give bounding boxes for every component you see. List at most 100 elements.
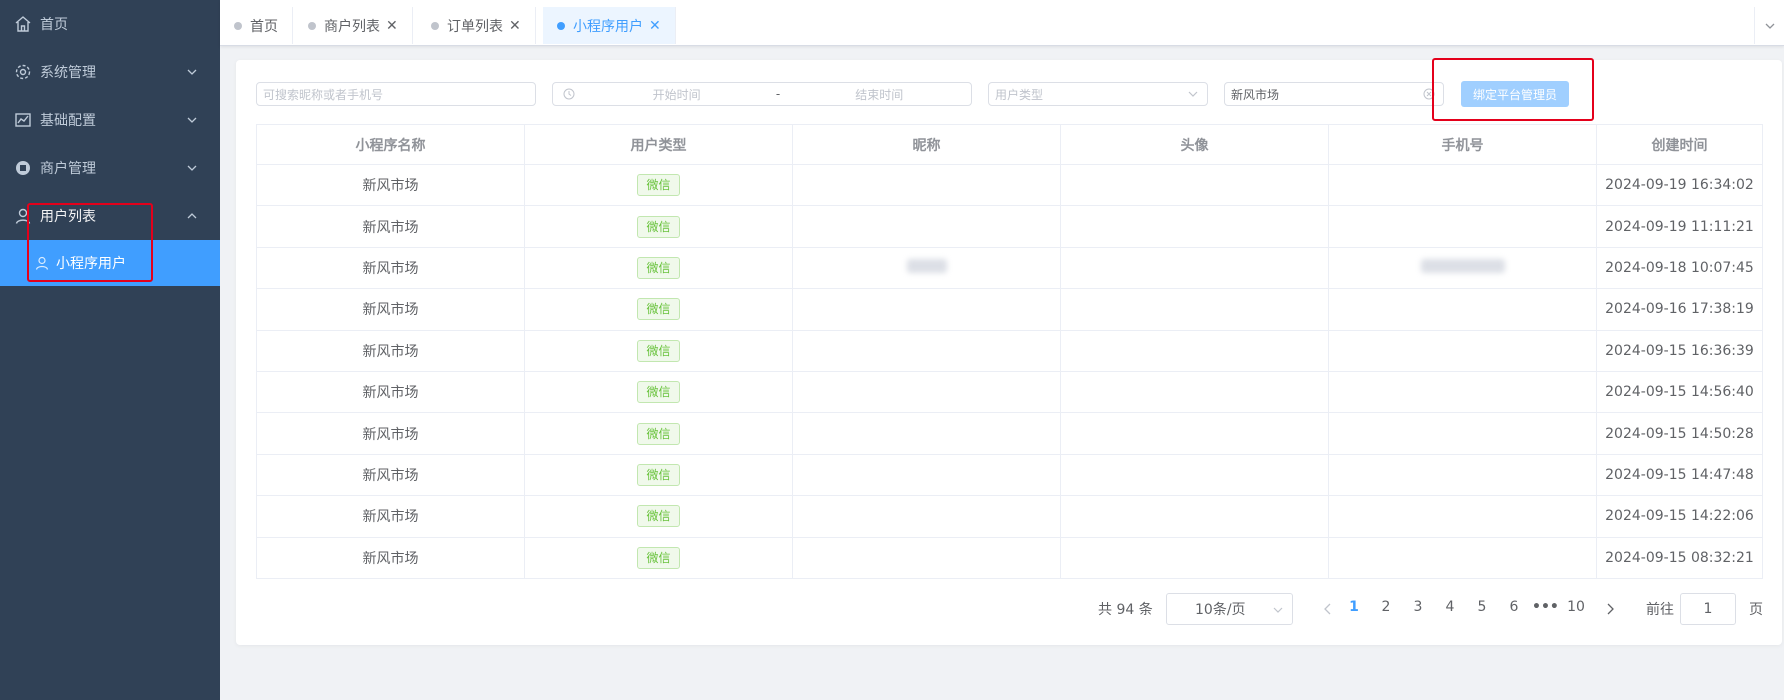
page-number[interactable]: 5 (1470, 599, 1494, 615)
user-type-placeholder: 用户类型 (995, 87, 1044, 102)
table-row: 新风市场 微信 2024-09-19 11:11:21 (256, 205, 1763, 248)
cell-phone (1328, 370, 1597, 414)
cell-user-type: 微信 (524, 412, 793, 455)
user-type-select[interactable]: 用户类型 (988, 82, 1208, 106)
jump-unit: 页 (1749, 602, 1763, 618)
cell-phone (1328, 288, 1597, 331)
cell-user-type: 微信 (524, 163, 793, 207)
page-number[interactable]: 3 (1406, 599, 1430, 615)
tab-dot (308, 21, 316, 30)
cell-created-time: 2024-09-15 14:47:48 (1596, 453, 1763, 497)
tab-dot (234, 21, 242, 30)
cell-phone (1328, 205, 1597, 248)
cell-created-time: 2024-09-15 08:32:21 (1596, 536, 1763, 579)
page-number[interactable]: 1 (1342, 599, 1366, 615)
cell-phone (1328, 329, 1597, 372)
bind-platform-admin-button[interactable]: 绑定平台管理员 (1461, 81, 1569, 107)
column-header: 昵称 (792, 124, 1061, 165)
tabs-more-icon[interactable] (1754, 7, 1784, 44)
sidebar-item-mini-program-users[interactable]: 小程序用户 (0, 240, 220, 286)
cell-user-type: 微信 (524, 329, 793, 372)
cell-avatar (1060, 163, 1329, 207)
cell-nickname (792, 205, 1061, 248)
cell-phone (1328, 412, 1597, 455)
user-type-badge: 微信 (637, 463, 680, 486)
cell-nickname (792, 453, 1061, 497)
sidebar-item-system[interactable]: 系统管理 (0, 48, 220, 96)
sidebar: 首页 系统管理 基础配置 商户管理 用户列表 小程序用户 (0, 0, 220, 700)
cell-mini-program-name: 新风市场 (256, 536, 525, 579)
page-number[interactable]: 4 (1438, 599, 1462, 615)
chevron-down-icon (1187, 88, 1199, 100)
sidebar-item-merchant[interactable]: 商户管理 (0, 144, 220, 192)
user-type-badge: 微信 (637, 256, 680, 279)
table-row: 新风市场 微信 2024-09-15 08:32:21 (256, 536, 1763, 579)
sidebar-item-user-list[interactable]: 用户列表 (0, 192, 220, 240)
cell-phone (1328, 536, 1597, 579)
page-size-select[interactable]: 10条/页 (1166, 593, 1293, 625)
cell-avatar (1060, 246, 1329, 290)
close-icon[interactable]: ✕ (386, 18, 398, 34)
sidebar-item-label: 首页 (40, 17, 68, 33)
cell-user-type: 微信 (524, 453, 793, 497)
cell-avatar (1060, 412, 1329, 455)
sidebar-item-config[interactable]: 基础配置 (0, 96, 220, 144)
cell-user-type: 微信 (524, 205, 793, 248)
table-row: 新风市场 微信 2024-09-15 14:22:06 (256, 495, 1763, 538)
mini-program-value: 新风市场 (1231, 87, 1280, 102)
page-number[interactable]: 2 (1374, 599, 1398, 615)
prev-page-icon[interactable] (1322, 599, 1336, 619)
pagination: 共 94 条 10条/页 1 2 3 4 5 6 ••• 10 前往 1 页 (236, 593, 1782, 625)
column-header: 小程序名称 (256, 124, 525, 165)
close-icon[interactable]: ✕ (649, 18, 661, 34)
table-row: 新风市场 微信 2024-09-19 16:34:02 (256, 163, 1763, 207)
cell-created-time: 2024-09-19 16:34:02 (1596, 163, 1763, 207)
cell-nickname (792, 412, 1061, 455)
user-type-badge: 微信 (637, 298, 680, 321)
cell-user-type: 微信 (524, 370, 793, 414)
tab-label: 订单列表 (447, 18, 503, 35)
cell-mini-program-name: 新风市场 (256, 329, 525, 372)
date-range-picker[interactable]: 开始时间 - 结束时间 (552, 82, 972, 106)
cell-created-time: 2024-09-16 17:38:19 (1596, 288, 1763, 331)
page-number[interactable]: 10 (1564, 599, 1588, 615)
sidebar-item-label: 基础配置 (40, 113, 96, 129)
tab-label: 商户列表 (324, 18, 380, 35)
cell-user-type: 微信 (524, 288, 793, 331)
cell-created-time: 2024-09-18 10:07:45 (1596, 246, 1763, 290)
cell-created-time: 2024-09-15 14:50:28 (1596, 412, 1763, 455)
more-pages-icon[interactable]: ••• (1532, 599, 1559, 615)
clear-icon[interactable] (1423, 88, 1435, 100)
sidebar-item-home[interactable]: 首页 (0, 0, 220, 48)
tags-view: 首页 商户列表 ✕ 订单列表 ✕ 小程序用户 ✕ (220, 0, 1784, 46)
date-start-input[interactable]: 开始时间 (585, 86, 768, 103)
jump-page-input[interactable]: 1 (1680, 593, 1736, 625)
mini-program-select[interactable]: 新风市场 (1224, 82, 1444, 106)
table-body: 新风市场 微信 2024-09-19 16:34:02 新风市场 微信 2024-09-1… (256, 163, 1763, 579)
close-icon[interactable]: ✕ (509, 18, 521, 34)
tab-label: 首页 (250, 18, 278, 35)
user-icon (14, 207, 32, 225)
table-row: 新风市场 微信 2024-09-15 14:47:48 (256, 453, 1763, 497)
main-card: 可搜索昵称或者手机号 开始时间 - 结束时间 用户类型 新风市场 绑定平台管理员… (236, 60, 1782, 645)
next-page-icon[interactable] (1604, 599, 1618, 619)
tab-merchant-list[interactable]: 商户列表 ✕ (294, 7, 413, 44)
cell-nickname (792, 370, 1061, 414)
cell-avatar (1060, 205, 1329, 248)
tab-order-list[interactable]: 订单列表 ✕ (417, 7, 536, 44)
date-end-input[interactable]: 结束时间 (788, 86, 971, 103)
cell-created-time: 2024-09-15 14:22:06 (1596, 495, 1763, 538)
cell-user-type: 微信 (524, 536, 793, 579)
page-number[interactable]: 6 (1502, 599, 1526, 615)
sidebar-item-label: 用户列表 (40, 209, 96, 225)
column-header: 创建时间 (1596, 124, 1763, 165)
user-type-badge: 微信 (637, 215, 680, 238)
search-input[interactable]: 可搜索昵称或者手机号 (256, 82, 536, 106)
user-type-badge: 微信 (637, 505, 680, 528)
redacted-content (1420, 258, 1505, 273)
clock-icon (563, 88, 575, 100)
tab-mini-program-users[interactable]: 小程序用户 ✕ (543, 7, 676, 44)
tab-home[interactable]: 首页 (220, 7, 293, 44)
gear-icon (14, 63, 32, 81)
chevron-down-icon (1272, 604, 1284, 616)
